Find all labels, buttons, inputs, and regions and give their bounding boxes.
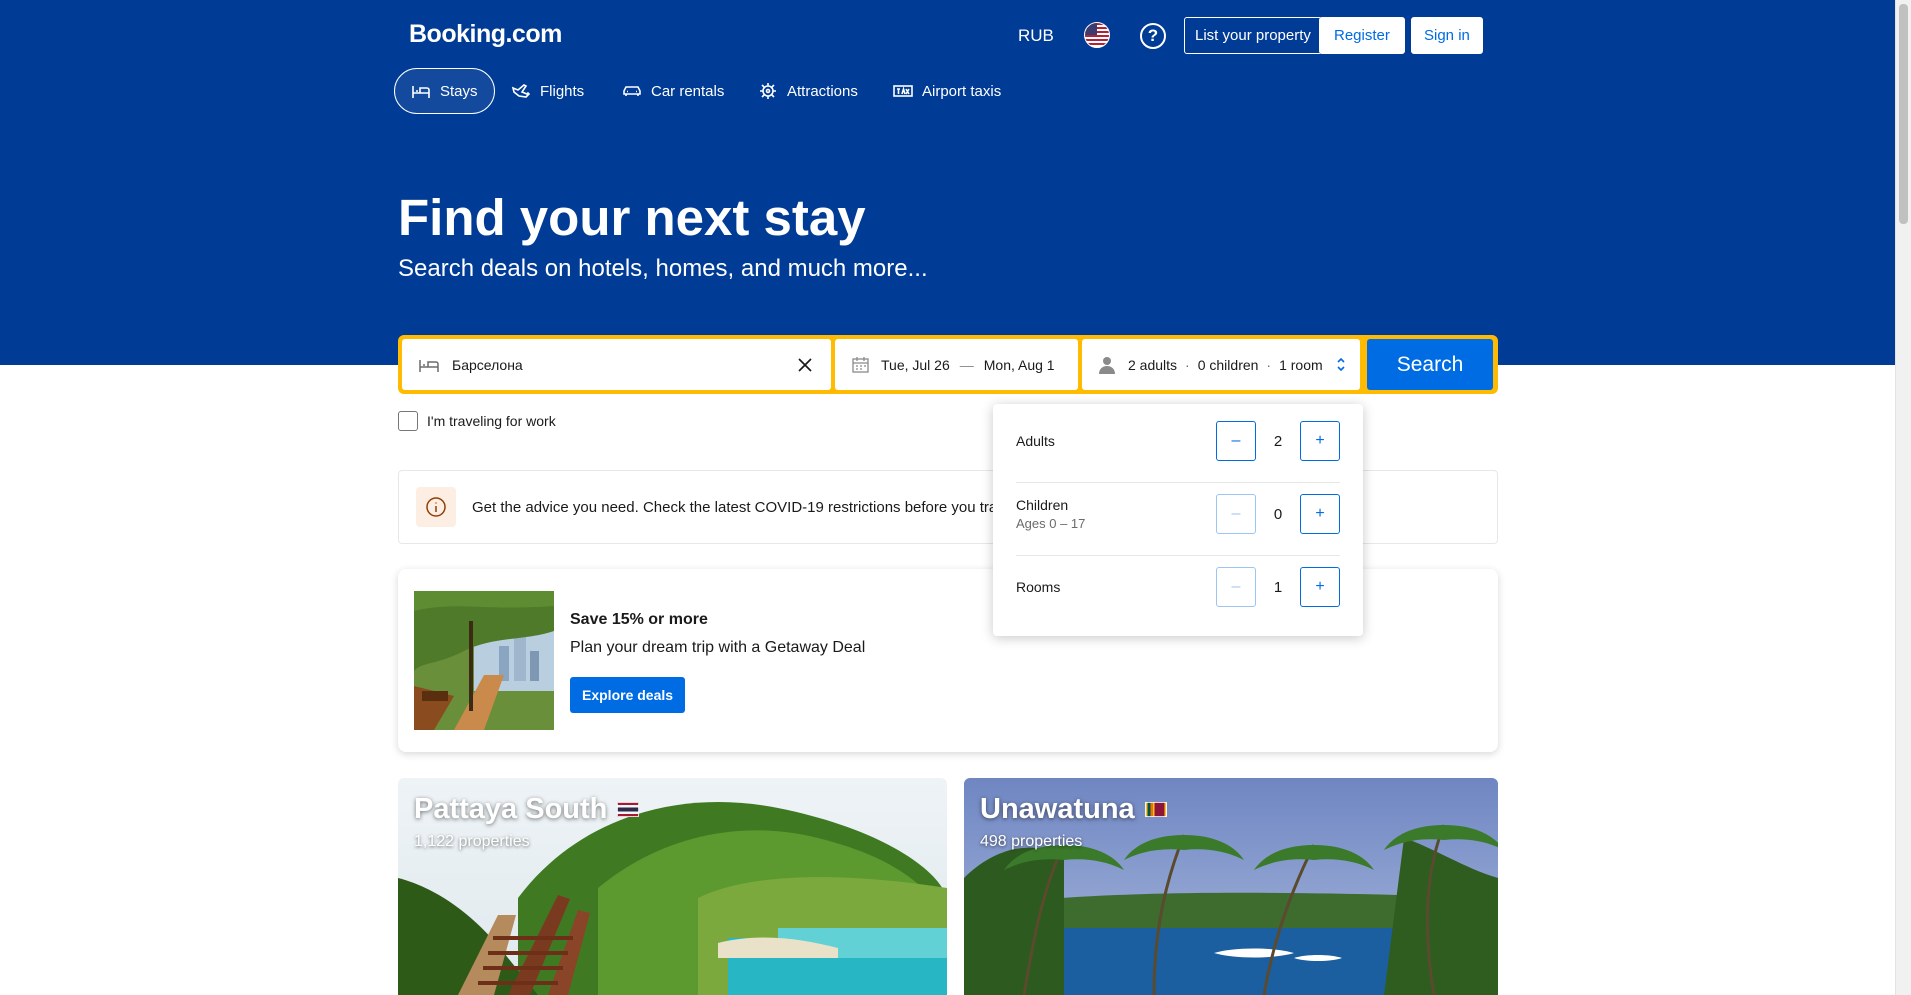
work-travel-checkbox[interactable]: [398, 411, 418, 431]
calendar-icon: [852, 357, 869, 373]
destination-name-text: Unawatuna: [980, 793, 1135, 825]
person-icon: [1099, 356, 1115, 374]
nav-label: Flights: [540, 82, 585, 100]
info-icon: [416, 487, 456, 527]
search-bar: Барселона Tue, Jul 26 — Mon, Aug 1 2 adu…: [398, 335, 1498, 394]
destination-name: Unawatuna: [980, 793, 1167, 826]
children-decrement-button[interactable]: –: [1216, 494, 1256, 534]
nav-tab-flights[interactable]: Flights: [495, 68, 600, 114]
rooms-label: Rooms: [1016, 578, 1061, 595]
nav-label: Car rentals: [651, 82, 725, 100]
destination-card-unawatuna[interactable]: Unawatuna 498 properties: [964, 778, 1498, 995]
sri-lanka-flag-icon: [1144, 802, 1167, 817]
promo-title: Save 15% or more: [570, 611, 708, 628]
car-icon: [623, 86, 641, 96]
destination-card-pattaya-south[interactable]: Pattaya South 1,122 properties: [398, 778, 947, 995]
promo-image: [414, 591, 554, 730]
scrollbar-thumb[interactable]: [1899, 4, 1908, 224]
nav-label: Attractions: [787, 82, 858, 100]
rooms-summary: 1 room: [1279, 356, 1323, 373]
nav-tab-airport-taxis[interactable]: Airport taxis: [877, 68, 1017, 114]
bed-icon: [412, 86, 430, 98]
adults-value: 2: [1273, 432, 1283, 450]
rooms-increment-button[interactable]: +: [1300, 567, 1340, 607]
children-ages-hint: Ages 0 – 17: [1016, 515, 1086, 531]
page-scrollbar[interactable]: [1895, 0, 1911, 995]
rooms-decrement-button[interactable]: –: [1216, 567, 1256, 607]
children-label: Children: [1016, 496, 1069, 513]
adults-summary: 2 adults: [1128, 356, 1178, 373]
rooms-row: Rooms – 1 +: [1016, 550, 1340, 623]
page-subtitle: Search deals on hotels, homes, and much …: [398, 255, 928, 282]
work-travel-label: I'm traveling for work: [427, 413, 556, 429]
promo-subtitle: Plan your dream trip with a Getaway Deal: [570, 639, 866, 656]
explore-deals-button[interactable]: Explore deals: [570, 677, 686, 713]
destination-name-text: Pattaya South: [414, 793, 608, 825]
check-out-date[interactable]: Mon, Aug 1: [984, 357, 1055, 373]
dates-field[interactable]: Tue, Jul 26 — Mon, Aug 1: [835, 339, 1078, 390]
adults-decrement-button[interactable]: –: [1216, 421, 1256, 461]
children-row: Children Ages 0 – 17 – 0 +: [1016, 477, 1340, 550]
children-value: 0: [1273, 505, 1283, 523]
children-summary: 0 children: [1197, 356, 1259, 373]
question-circle-icon[interactable]: ?: [1140, 23, 1166, 49]
search-button[interactable]: Search: [1367, 339, 1493, 390]
adults-stepper: – 2 +: [1216, 421, 1340, 461]
guest-selector-popup: Adults – 2 + Children Ages 0 – 17 – 0 + …: [993, 404, 1363, 636]
work-travel-option[interactable]: I'm traveling for work: [398, 411, 556, 431]
list-property-button[interactable]: List your property: [1184, 17, 1322, 54]
clear-destination-icon[interactable]: [797, 357, 813, 373]
destination-name: Pattaya South: [414, 793, 640, 826]
nav-tab-attractions[interactable]: Attractions: [742, 68, 874, 114]
sign-in-button[interactable]: Sign in: [1411, 17, 1483, 54]
us-flag-icon[interactable]: [1084, 22, 1110, 48]
thailand-flag-icon: [617, 802, 640, 817]
bed-icon: [419, 359, 439, 372]
currency-selector[interactable]: RUB: [1018, 26, 1054, 46]
attractions-icon: [760, 83, 776, 99]
destination-field[interactable]: Барселона: [402, 339, 831, 390]
adults-row: Adults – 2 +: [1016, 404, 1340, 477]
destination-input[interactable]: Барселона: [452, 357, 523, 373]
property-count: 498 properties: [980, 833, 1083, 850]
nav-label: Airport taxis: [922, 82, 1002, 100]
summary-dot: ·: [1266, 356, 1272, 373]
nav-tab-stays[interactable]: Stays: [394, 68, 495, 114]
hero-banner: [0, 0, 1895, 365]
plane-icon: [511, 84, 531, 98]
page-title: Find your next stay: [398, 189, 866, 246]
taxi-icon: [893, 85, 913, 97]
guests-field[interactable]: 2 adults · 0 children · 1 room: [1082, 339, 1360, 390]
rooms-value: 1: [1273, 578, 1283, 596]
register-button[interactable]: Register: [1319, 17, 1405, 54]
children-increment-button[interactable]: +: [1300, 494, 1340, 534]
chevron-up-down-icon: [1337, 357, 1345, 372]
date-separator: —: [959, 356, 974, 373]
property-count: 1,122 properties: [414, 833, 530, 850]
covid-text: Get the advice you need. Check the lates…: [472, 498, 1021, 516]
adults-label: Adults: [1016, 432, 1055, 449]
rooms-stepper: – 1 +: [1216, 567, 1340, 607]
children-stepper: – 0 +: [1216, 494, 1340, 534]
nav-tab-car-rentals[interactable]: Car rentals: [606, 68, 740, 114]
nav-label: Stays: [440, 82, 478, 100]
summary-dot: ·: [1185, 356, 1190, 373]
booking-logo[interactable]: Booking.com: [409, 20, 562, 49]
check-in-date[interactable]: Tue, Jul 26: [881, 357, 950, 373]
adults-increment-button[interactable]: +: [1300, 421, 1340, 461]
